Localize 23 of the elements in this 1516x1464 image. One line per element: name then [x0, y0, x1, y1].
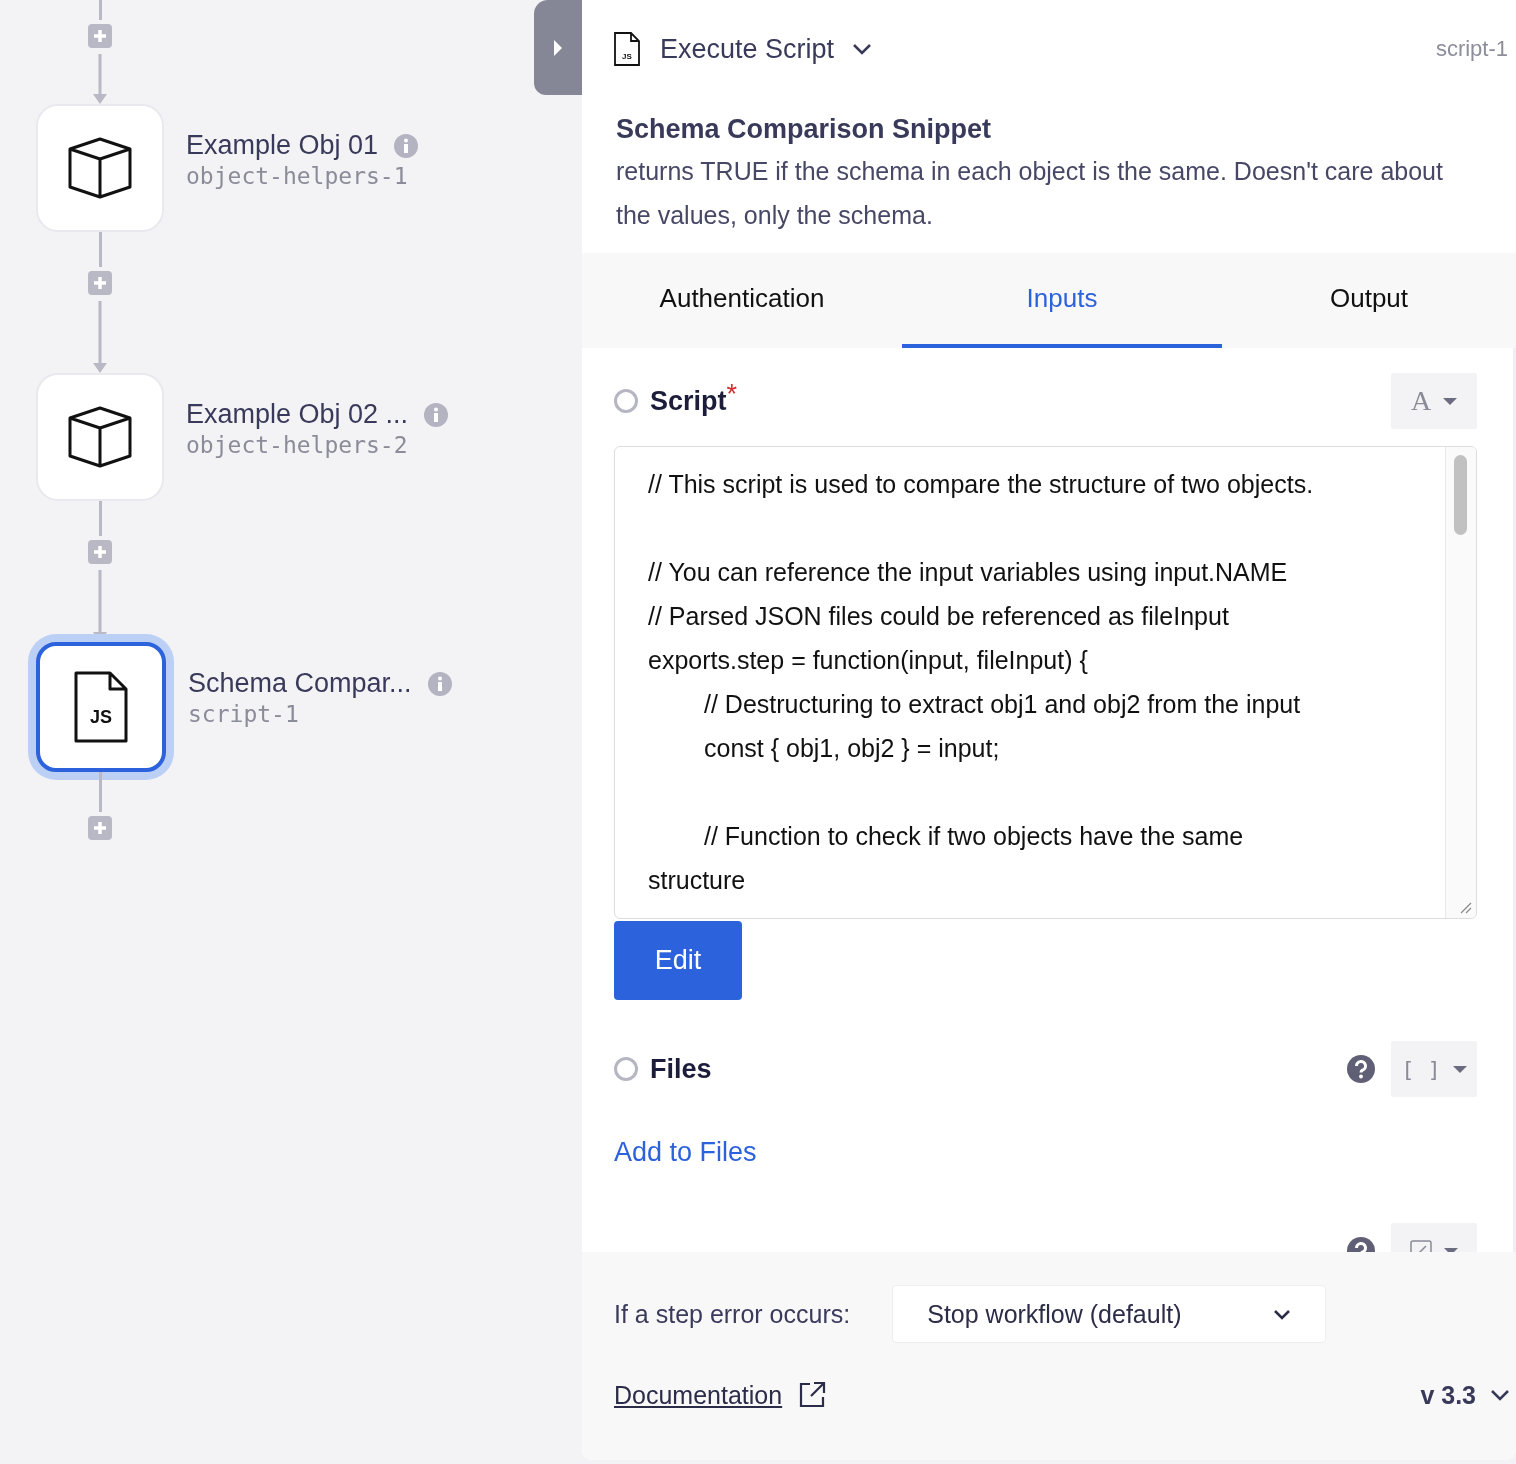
version-select[interactable]: v 3.3 — [1420, 1380, 1510, 1410]
step-id: script-1 — [188, 701, 300, 727]
step-type-title: Execute Script — [660, 33, 835, 65]
step-id: object-helpers-2 — [186, 432, 409, 458]
field-label: Script — [650, 385, 727, 417]
step-id: object-helpers-1 — [186, 163, 409, 189]
error-select[interactable]: Stop workflow (default) — [892, 1285, 1327, 1343]
step-title: Example Obj 01 — [186, 130, 379, 161]
required-mark: * — [726, 379, 738, 409]
error-label: If a step error occurs: — [614, 1299, 851, 1329]
field-label: Files — [650, 1053, 712, 1085]
tab[interactable]: Authentication — [582, 253, 902, 348]
add-files-link[interactable]: Add to Files — [614, 1137, 757, 1168]
step-title: Example Obj 02 ... — [186, 399, 409, 430]
documentation-link[interactable]: Documentation — [614, 1380, 783, 1410]
tab[interactable]: Output — [1222, 253, 1516, 348]
step-name: Schema Comparison Snippet — [616, 114, 993, 145]
code-editor[interactable]: // This script is used to compare the structure of two objects. // You can reference the input variables using input.NAME // Parsed JSON files could be referenced as fileInput exports.step = function(input, fileInput) { // Destructuring to extract obj1 and obj2 from the input const { obj1, obj2 } = input; // Function to check if two objects have the same structure — [614, 446, 1477, 919]
tab[interactable]: Inputs — [902, 253, 1222, 348]
step-description: returns TRUE if the schema in each object is the same. Doesn't care about the values, only the schema. — [616, 156, 1444, 231]
edit-button[interactable]: Edit — [614, 921, 742, 1000]
step-id: script-1 — [1435, 36, 1508, 62]
step-title: Schema Compar... — [188, 668, 412, 699]
